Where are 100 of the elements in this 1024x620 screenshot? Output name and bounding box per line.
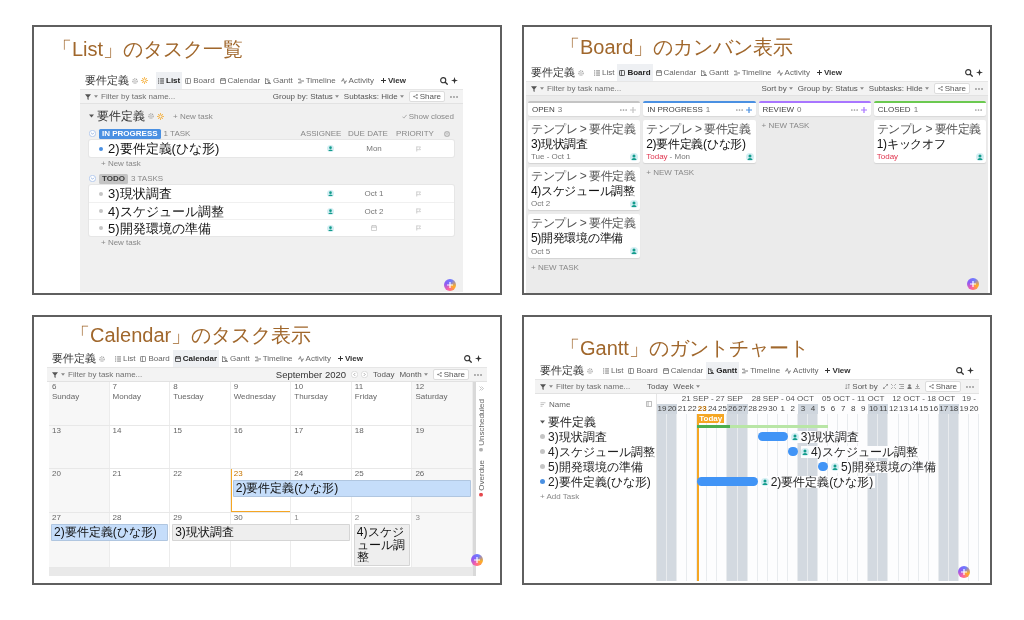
plus-icon[interactable] <box>860 106 867 113</box>
view-tab[interactable]: Activity <box>774 64 812 81</box>
more-icon[interactable] <box>620 108 628 111</box>
view-tab[interactable]: List <box>601 362 626 379</box>
view-tab[interactable]: Board <box>183 72 217 89</box>
event-bar[interactable]: 2)要件定義(ひな形) <box>51 524 169 541</box>
task-name[interactable]: 3)現状調査 <box>108 187 308 200</box>
expand-icon[interactable] <box>882 384 888 389</box>
more-icon[interactable] <box>474 373 482 376</box>
view-tab[interactable]: Calendar <box>217 72 263 89</box>
sun-icon[interactable] <box>141 77 148 84</box>
filter-field[interactable]: Filter by task name... <box>547 83 629 94</box>
flag-icon[interactable] <box>415 208 421 214</box>
settings-icon[interactable] <box>444 130 450 137</box>
share-button[interactable]: Share <box>933 83 970 94</box>
plus-icon[interactable] <box>745 106 752 113</box>
task-bar[interactable] <box>818 462 829 471</box>
share-button[interactable]: Share <box>924 381 961 392</box>
dropdown-button[interactable]: Subtasks: Hide <box>868 84 929 93</box>
filter-icon[interactable] <box>540 383 546 390</box>
dropdown-button[interactable]: Month <box>399 370 428 379</box>
search-icon[interactable] <box>440 76 448 85</box>
task-card[interactable]: テンプレ > 要件定義 4)スケジュール調整 Oct 2 <box>528 167 641 211</box>
caret-icon[interactable] <box>540 419 545 424</box>
task-bar[interactable] <box>757 432 788 441</box>
more-icon[interactable] <box>966 385 974 388</box>
view-tab[interactable]: Calendar <box>653 64 699 81</box>
search-icon[interactable] <box>965 68 973 77</box>
more-icon[interactable] <box>850 108 858 111</box>
view-tab[interactable]: Activity <box>338 72 376 89</box>
dropdown-button[interactable]: Sort by <box>761 84 793 93</box>
view-tab[interactable]: List <box>156 72 183 89</box>
share-button[interactable]: Share <box>432 369 469 380</box>
task-bar[interactable] <box>697 477 758 486</box>
more-icon[interactable] <box>735 108 743 111</box>
task-name[interactable]: 要件定義 <box>548 415 596 428</box>
calendar-icon[interactable] <box>371 225 377 231</box>
share-button[interactable]: Share <box>408 91 445 102</box>
view-tab[interactable]: Gantt <box>263 72 295 89</box>
filter-icon[interactable] <box>531 85 537 92</box>
filter-field[interactable]: Filter by task name... <box>68 369 150 380</box>
view-tab[interactable]: Gantt <box>699 64 731 81</box>
more-icon[interactable] <box>450 95 458 98</box>
add-view-button[interactable]: View <box>378 72 408 89</box>
event-bar[interactable]: 3)現状調査 <box>172 524 350 541</box>
filter-icon[interactable] <box>52 371 58 378</box>
filter-field[interactable]: Filter by task name... <box>556 381 638 392</box>
view-tab[interactable]: List <box>113 350 138 367</box>
search-icon[interactable] <box>464 354 472 363</box>
event-bar[interactable]: 4)スケジュール調整 <box>353 524 411 566</box>
chevron-icon[interactable] <box>89 130 96 137</box>
plus-icon[interactable] <box>630 106 637 113</box>
gear-icon[interactable] <box>99 355 105 362</box>
add-view-button[interactable]: View <box>814 64 844 81</box>
task-name[interactable]: 4)スケジュール調整 <box>108 204 308 218</box>
gear-icon[interactable] <box>587 367 593 374</box>
add-task-button[interactable]: + Add Task <box>540 492 580 501</box>
add-button[interactable] <box>967 278 979 290</box>
flag-icon[interactable] <box>415 190 421 197</box>
next-icon[interactable] <box>361 371 369 378</box>
task-name[interactable]: 4)スケジュール調整 <box>548 445 655 458</box>
task-bar[interactable] <box>787 447 798 456</box>
gear-icon[interactable] <box>132 77 138 84</box>
task-name[interactable]: 5)開発環境の準備 <box>548 460 643 473</box>
sparkle-icon[interactable] <box>967 367 974 374</box>
person-icon[interactable] <box>906 384 912 389</box>
dropdown-button[interactable]: Group by: Status <box>797 84 864 93</box>
flag-icon[interactable] <box>415 225 421 231</box>
view-tab[interactable]: Timeline <box>731 64 774 81</box>
chevron-icon[interactable] <box>89 175 96 182</box>
add-view-button[interactable]: View <box>335 350 365 367</box>
side-tab[interactable]: Unscheduled <box>477 399 486 452</box>
toolbar-button[interactable]: Today <box>373 370 395 379</box>
view-tab[interactable]: Gantt <box>220 350 252 367</box>
view-tab[interactable]: Activity <box>295 350 333 367</box>
dropdown-button[interactable]: Subtasks: Hide <box>343 92 404 101</box>
view-tab[interactable]: Timeline <box>740 362 783 379</box>
task-name[interactable]: 2)要件定義(ひな形) <box>108 142 308 155</box>
sort-button[interactable]: Sort by <box>845 382 878 391</box>
view-tab[interactable]: Calendar <box>172 350 220 367</box>
task-name[interactable]: 5)開発環境の準備 <box>108 221 308 235</box>
lines-icon[interactable] <box>898 384 904 389</box>
task-card[interactable]: テンプレ > 要件定義 1)キックオフ Today <box>873 120 986 164</box>
view-tab[interactable]: Board <box>626 362 660 379</box>
task-name[interactable]: 2)要件定義(ひな形) <box>548 475 651 488</box>
download-icon[interactable] <box>914 384 920 389</box>
sparkle-icon[interactable] <box>451 77 458 84</box>
collapse-icon[interactable] <box>890 384 896 389</box>
view-tab[interactable]: Gantt <box>706 362 740 379</box>
event-bar[interactable]: 2)要件定義(ひな形) <box>232 480 471 498</box>
search-icon[interactable] <box>956 366 964 375</box>
task-card[interactable]: テンプレ > 要件定義 2)要件定義(ひな形) Today - Mon <box>643 120 756 164</box>
filter-icon[interactable] <box>85 93 91 100</box>
view-tab[interactable]: Timeline <box>252 350 295 367</box>
dropdown-button[interactable]: Group by: Status <box>272 92 339 101</box>
gear-icon[interactable] <box>578 69 584 76</box>
view-tab[interactable]: List <box>592 64 617 81</box>
task-card[interactable]: テンプレ > 要件定義 5)開発環境の準備 Oct 5 <box>528 214 641 258</box>
more-icon[interactable] <box>975 87 983 90</box>
add-view-button[interactable]: View <box>823 362 853 379</box>
